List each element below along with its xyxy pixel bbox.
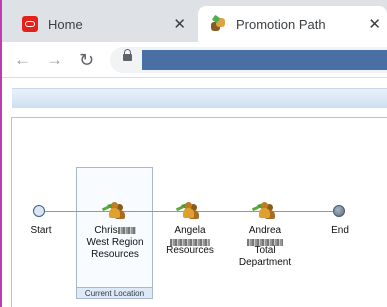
close-icon[interactable]: ✕ xyxy=(173,17,186,32)
browser-toolbar: ← → ↻ xyxy=(2,42,387,78)
current-location-label: Current Location xyxy=(76,287,153,299)
redacted-surname xyxy=(117,226,136,234)
approver-group-icon[interactable] xyxy=(251,199,276,220)
forward-arrow-icon[interactable]: → xyxy=(46,50,63,70)
url-text-redacted[interactable] xyxy=(142,50,387,70)
tab-promotion-path-title: Promotion Path xyxy=(236,16,326,32)
tab-home-title: Home xyxy=(48,16,83,32)
tab-home[interactable]: Home ✕ xyxy=(10,6,192,42)
back-arrow-icon[interactable]: ← xyxy=(14,50,31,70)
start-node[interactable] xyxy=(33,205,45,217)
approver-name: Chris xyxy=(94,225,118,236)
end-node[interactable] xyxy=(333,205,345,217)
reload-icon[interactable]: ↻ xyxy=(79,50,94,70)
tab-promotion-path[interactable]: Promotion Path ✕ xyxy=(198,6,387,42)
approver-group-icon[interactable] xyxy=(101,199,126,220)
promotion-path-icon xyxy=(210,14,226,32)
oracle-logo-icon xyxy=(22,16,38,32)
approver-node-3[interactable]: Andrea Total Department xyxy=(220,225,310,269)
approver-line: Total xyxy=(254,245,276,256)
address-bar[interactable] xyxy=(110,47,387,73)
page-header-band xyxy=(12,88,387,108)
approver-name: Andrea xyxy=(248,225,282,236)
tab-strip: Home ✕ Promotion Path ✕ xyxy=(2,0,387,42)
close-icon[interactable]: ✕ xyxy=(368,17,381,32)
approver-group-icon[interactable] xyxy=(175,199,200,220)
approver-line: Department xyxy=(238,257,292,268)
lock-icon[interactable] xyxy=(123,49,132,61)
